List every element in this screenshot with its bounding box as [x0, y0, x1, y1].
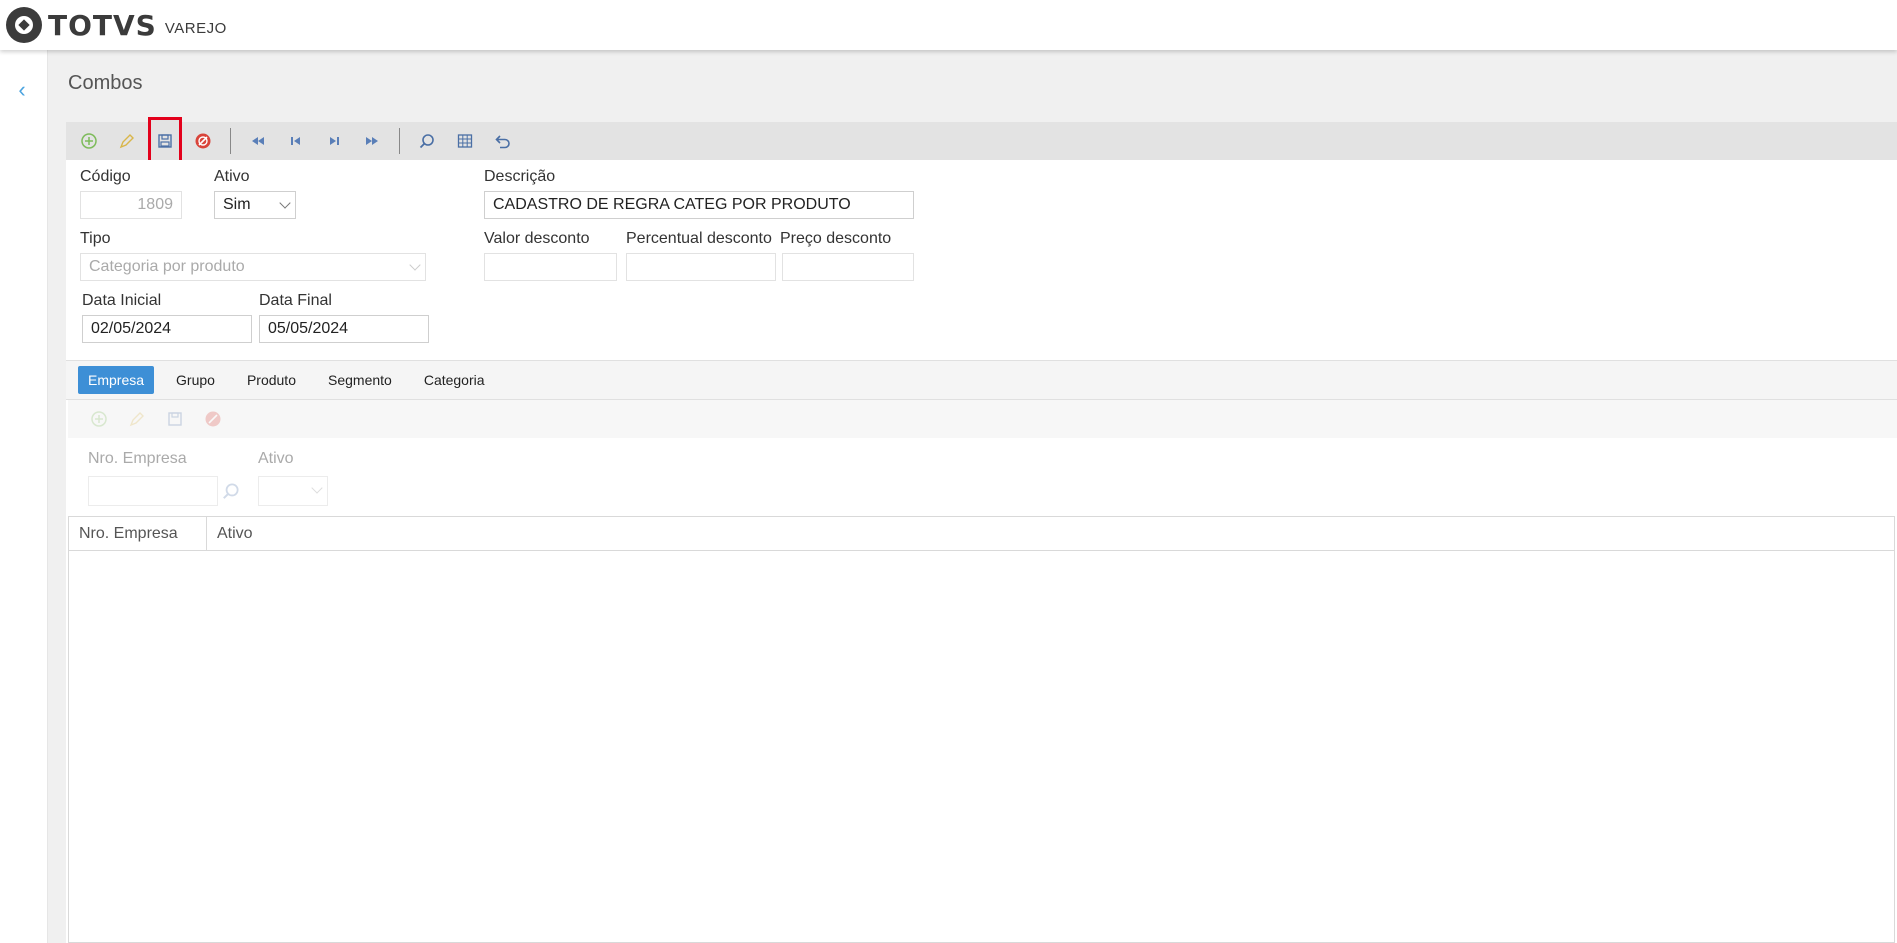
- column-nro-empresa[interactable]: Nro. Empresa: [69, 517, 207, 550]
- detail-tabs: Empresa Grupo Produto Segmento Categoria: [66, 360, 1897, 400]
- detail-toolbar: [68, 400, 1897, 438]
- data-inicial-input[interactable]: 02/05/2024: [82, 315, 252, 343]
- preco-desconto-input[interactable]: [782, 253, 914, 281]
- preco-desconto-label: Preço desconto: [780, 230, 892, 247]
- tab-produto[interactable]: Produto: [237, 366, 306, 394]
- codigo-field[interactable]: 1809: [80, 191, 182, 219]
- previous-record-button[interactable]: [281, 126, 311, 156]
- chevron-left-icon[interactable]: ‹: [12, 79, 32, 101]
- percentual-desconto-label: Percentual desconto: [626, 230, 772, 247]
- totvs-logo[interactable]: TOTVS VAREJO: [6, 7, 227, 43]
- add-button[interactable]: [74, 126, 104, 156]
- valor-desconto-label: Valor desconto: [484, 230, 590, 247]
- data-final-input[interactable]: 05/05/2024: [259, 315, 429, 343]
- column-ativo[interactable]: Ativo: [207, 517, 1894, 550]
- combos-panel: Código 1809 Ativo Sim Descrição CADASTRO…: [66, 117, 1897, 943]
- tipo-value: Categoria por produto: [89, 258, 245, 275]
- tab-empresa[interactable]: Empresa: [78, 366, 155, 394]
- ativo-label: Ativo: [214, 168, 250, 185]
- grid-view-button[interactable]: [450, 126, 480, 156]
- floppy-disk-icon: [168, 412, 182, 426]
- combo-form: Código 1809 Ativo Sim Descrição CADASTRO…: [66, 160, 1897, 360]
- cancel-circle-icon: [195, 133, 211, 149]
- percentual-desconto-input[interactable]: [626, 253, 776, 281]
- brand-sub: VAREJO: [164, 19, 227, 37]
- nro-empresa-input[interactable]: [88, 476, 218, 506]
- table-grid-icon: [457, 134, 473, 148]
- search-button[interactable]: [412, 126, 442, 156]
- data-inicial-label: Data Inicial: [82, 292, 162, 309]
- chevron-down-icon: [311, 482, 323, 494]
- grid-header: Nro. Empresa Ativo: [69, 517, 1894, 551]
- undo-button[interactable]: [488, 126, 518, 156]
- tab-categoria[interactable]: Categoria: [414, 366, 495, 394]
- cancel-circle-icon: [205, 411, 221, 427]
- pencil-icon: [119, 134, 134, 149]
- brand-name: TOTVS: [48, 8, 157, 42]
- valor-desconto-input[interactable]: [484, 253, 617, 281]
- detail-ativo-select[interactable]: [258, 476, 328, 506]
- toolbar-divider: [230, 128, 231, 154]
- descricao-input[interactable]: CADASTRO DE REGRA CATEG POR PRODUTO: [484, 191, 914, 219]
- fast-forward-icon: [366, 137, 378, 145]
- edit-button[interactable]: [112, 126, 142, 156]
- tab-segmento[interactable]: Segmento: [318, 366, 402, 394]
- first-record-button[interactable]: [243, 126, 273, 156]
- ativo-select[interactable]: Sim: [214, 191, 296, 219]
- data-inicial-value: 02/05/2024: [91, 320, 172, 337]
- empresa-grid: Nro. Empresa Ativo: [68, 516, 1895, 943]
- plus-circle-icon: [81, 133, 97, 149]
- last-record-button[interactable]: [357, 126, 387, 156]
- page-title: Combos: [68, 72, 143, 94]
- save-button[interactable]: [148, 117, 182, 165]
- codigo-label: Código: [80, 168, 131, 185]
- chevron-down-icon: [279, 197, 291, 209]
- nro-empresa-search-button[interactable]: [218, 478, 244, 504]
- pencil-icon: [129, 412, 144, 427]
- skip-forward-icon: [330, 137, 339, 145]
- detail-add-button[interactable]: [84, 404, 114, 434]
- totvs-logo-icon: [6, 7, 42, 43]
- detail-ativo-label: Ativo: [258, 450, 294, 467]
- cancel-button[interactable]: [188, 126, 218, 156]
- detail-cancel-button[interactable]: [198, 404, 228, 434]
- tipo-label: Tipo: [80, 230, 111, 247]
- data-final-label: Data Final: [259, 292, 332, 309]
- skip-back-icon: [291, 137, 300, 145]
- descricao-label: Descrição: [484, 168, 556, 185]
- record-toolbar: [66, 117, 1897, 165]
- plus-circle-icon: [91, 411, 107, 427]
- floppy-disk-icon: [158, 134, 172, 148]
- tipo-select[interactable]: Categoria por produto: [80, 253, 426, 281]
- search-icon: [223, 483, 239, 499]
- nro-empresa-label: Nro. Empresa: [88, 450, 187, 467]
- undo-icon: [495, 135, 510, 149]
- main-content: Combos Código 1809 Ativo Sim Descrição C…: [48, 50, 1897, 943]
- left-rail: ‹: [0, 50, 48, 943]
- rewind-icon: [252, 137, 264, 145]
- search-icon: [419, 134, 434, 149]
- top-header: TOTVS VAREJO: [0, 0, 1897, 50]
- toolbar-divider: [399, 128, 400, 154]
- codigo-value: 1809: [137, 196, 173, 213]
- detail-form: Nro. Empresa Ativo: [66, 438, 1897, 518]
- detail-save-button[interactable]: [160, 404, 190, 434]
- data-final-value: 05/05/2024: [268, 320, 349, 337]
- next-record-button[interactable]: [319, 126, 349, 156]
- ativo-value: Sim: [223, 196, 251, 213]
- descricao-value: CADASTRO DE REGRA CATEG POR PRODUTO: [493, 196, 851, 213]
- detail-edit-button[interactable]: [122, 404, 152, 434]
- tab-grupo[interactable]: Grupo: [166, 366, 225, 394]
- chevron-down-icon: [409, 259, 421, 271]
